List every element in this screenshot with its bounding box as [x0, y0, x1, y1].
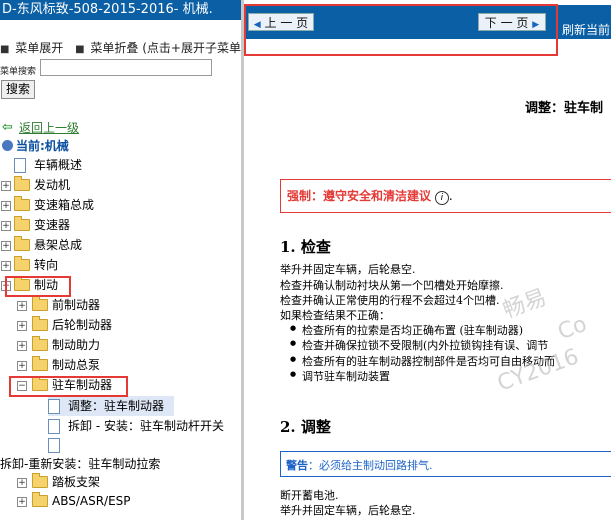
bullet-item: 检查并确保拉锁不受限制(内外拉锁钩挂有误、调节 [290, 337, 548, 353]
search-label: 菜单搜索 [0, 67, 37, 77]
paragraph-line: 举升并固定车辆，后轮悬空. [280, 263, 416, 276]
warning-key: 强制 [287, 189, 312, 203]
tree-item-label: 变速箱总成 [34, 198, 95, 212]
tree-item-label: 拆卸 - 安装：驻车制动杆开关 [68, 419, 224, 433]
expand-plus-icon[interactable]: + [17, 321, 27, 331]
tree-item-label: ABS/ASR/ESP [52, 494, 131, 508]
content-panel: ◀ 上 一 页 下 一 页 ▶ 刷新当前 调整：驻车制 强制：遵守安全和清洁建议… [244, 0, 611, 520]
paragraph-line: 检查并确认制动衬块从第一个凹槽处开始摩擦. [280, 279, 504, 292]
next-page-label: 下 一 页 [484, 16, 529, 30]
collapse-minus-icon[interactable]: − [1, 281, 11, 291]
tree-item-label: 后轮制动器 [52, 318, 113, 332]
info-icon: i [434, 191, 449, 205]
tree-item-label: 调整：驻车制动器 [68, 399, 165, 413]
expand-plus-icon[interactable]: + [17, 341, 27, 351]
note-text: 警告：必须给主制动回路排气. [286, 457, 433, 473]
tree-item-label: 拆卸-重新安装：驻车制动拉索 [0, 457, 161, 471]
paragraph-line: 检查并确认正常使用的行程不会超过4个凹槽. [280, 294, 500, 307]
arrow-right-icon: ▶ [532, 20, 540, 30]
bullet-item: 调节驻车制动装置 [290, 368, 390, 384]
expand-plus-icon[interactable]: + [17, 301, 27, 311]
folder-open-icon [32, 376, 48, 391]
folder-icon [32, 356, 48, 371]
warning-tail: . [448, 189, 453, 203]
expand-plus-icon[interactable]: + [1, 261, 11, 271]
menu-controls: ■ 菜单展开 ■ 菜单折叠 (点击+展开子菜单) [0, 39, 241, 56]
tree-item-label: 制动助力 [52, 338, 101, 352]
collapse-icon: ■ [75, 44, 85, 55]
left-panel: D-东风标致-508-2015-2016- 机械. ■ 菜单展开 ■ 菜单折叠 … [0, 0, 241, 520]
back-arrow-icon: ⇦ [2, 120, 13, 135]
document-icon [48, 399, 60, 414]
refresh-current-link[interactable]: 刷新当前 [562, 21, 610, 38]
tree-item-label: 制动总泵 [52, 358, 101, 372]
folder-icon [32, 336, 48, 351]
expand-plus-icon[interactable]: + [17, 361, 27, 371]
search-button[interactable]: 搜索 [1, 80, 35, 99]
page-title: 调整：驻车制 [525, 101, 604, 116]
paragraph-line: 举升并固定车辆，后轮悬空. [280, 504, 416, 517]
search-input[interactable] [40, 59, 212, 76]
tree-item-selected[interactable]: 调整：驻车制动器 [48, 396, 174, 416]
paragraph-line: 断开蓄电池. [280, 489, 339, 502]
folder-icon [14, 176, 30, 191]
menu-collapse-link[interactable]: 菜单折叠 (点击+展开子菜单) [90, 41, 241, 55]
panel-title: D-东风标致-508-2015-2016- 机械. [0, 0, 241, 20]
tree-item-label: 发动机 [34, 178, 71, 192]
computer-icon [2, 140, 13, 151]
tree-item-label: 制动 [34, 278, 59, 292]
expand-icon: ■ [0, 44, 10, 55]
menu-expand-link[interactable]: 菜单展开 [15, 41, 63, 55]
document-icon [14, 158, 26, 173]
folder-icon [14, 236, 30, 251]
tree-item-label: 转向 [34, 258, 59, 272]
note-key: 警告 [286, 459, 308, 472]
tree-item-label: 驻车制动器 [52, 378, 113, 392]
note-body: ：必须给主制动回路排气. [308, 459, 433, 472]
expand-plus-icon[interactable]: + [17, 497, 27, 507]
document-icon [48, 438, 60, 453]
folder-icon [32, 492, 48, 507]
folder-icon [32, 473, 48, 488]
section-title-check: 1. 检查 [280, 238, 331, 256]
arrow-left-icon: ◀ [253, 20, 261, 30]
current-label: 当前:机械 [16, 139, 69, 153]
expand-plus-icon[interactable]: + [1, 201, 11, 211]
folder-open-icon [14, 276, 30, 291]
tree-item-label: 悬架总成 [34, 238, 83, 252]
section-title-adjust: 2. 调整 [280, 418, 331, 436]
bullet-item: 检查所有的拉索是否均正确布置 (驻车制动器) [290, 322, 523, 338]
expand-plus-icon[interactable]: + [1, 181, 11, 191]
folder-icon [14, 196, 30, 211]
expand-plus-icon[interactable]: + [17, 478, 27, 488]
expand-plus-icon[interactable]: + [1, 221, 11, 231]
back-link[interactable]: 返回上一级 [19, 118, 79, 138]
folder-icon [32, 296, 48, 311]
paragraph-line: 如果检查结果不正确： [280, 309, 390, 322]
folder-icon [32, 316, 48, 331]
tree-item-label: 前制动器 [52, 298, 101, 312]
tree-item-label: 车辆概述 [34, 158, 83, 172]
next-page-button[interactable]: 下 一 页 ▶ [478, 13, 546, 31]
watermark-text: 畅易 [499, 285, 550, 324]
expand-plus-icon[interactable]: + [1, 241, 11, 251]
warning-text: 强制：遵守安全和清洁建议 i. [287, 187, 453, 205]
folder-icon [14, 256, 30, 271]
folder-icon [14, 216, 30, 231]
warning-body: ：遵守安全和清洁建议 [311, 189, 432, 203]
tree-item-label: 踏板支架 [52, 475, 101, 489]
document-icon [48, 419, 60, 434]
watermark-text: Co [554, 311, 591, 346]
prev-page-label: 上 一 页 [264, 16, 309, 30]
collapse-minus-icon[interactable]: − [17, 381, 27, 391]
tree-item-label: 变速器 [34, 218, 71, 232]
prev-page-button[interactable]: ◀ 上 一 页 [248, 13, 314, 31]
